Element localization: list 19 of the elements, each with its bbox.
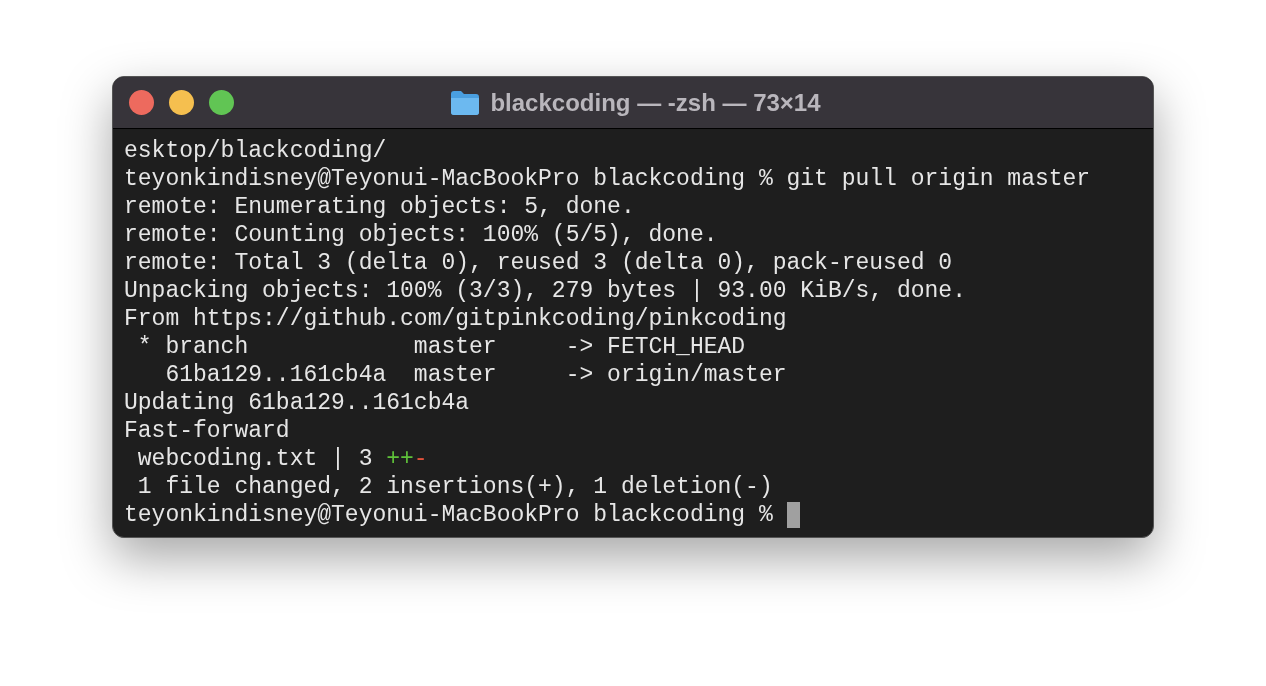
terminal-line: webcoding.txt | 3 ++- (136, 445, 428, 473)
terminal-line: Updating 61ba129..161cb4a (124, 389, 470, 417)
terminal-line: esktop/blackcoding/ (124, 137, 387, 165)
terminal-line: Fast-forward (124, 417, 290, 445)
terminal-line: From https://github.com/gitpinkcoding/pinkcoding (124, 305, 787, 333)
terminal-line: 61ba129..161cb4a master -> origin/master (164, 361, 787, 389)
terminal-line: teyonkindisney@Teyonui-MacBookPro blackcoding % git pull origin master (124, 165, 1091, 193)
window-title: blackcoding — -zsh — 73×14 (490, 87, 821, 118)
terminal-line: remote: Counting objects: 100% (5/5), done. (124, 221, 718, 249)
terminal-line: 1 file changed, 2 insertions(+), 1 deletion(-) (136, 473, 773, 501)
minimize-button[interactable] (169, 90, 194, 115)
terminal-line: * branch master -> FETCH_HEAD (136, 333, 746, 361)
zoom-button[interactable] (209, 90, 234, 115)
terminal-line: remote: Enumerating objects: 5, done. (124, 193, 635, 221)
terminal-line: Unpacking objects: 100% (3/3), 279 bytes | 93.00 KiB/s, done. (124, 277, 966, 305)
folder-icon (450, 89, 481, 116)
terminal-line: teyonkindisney@Teyonui-MacBookPro blackcoding % (124, 501, 774, 529)
close-button[interactable] (129, 90, 154, 115)
terminal-line: remote: Total 3 (delta 0), reused 3 (delta 0), pack-reused 0 (124, 249, 953, 277)
